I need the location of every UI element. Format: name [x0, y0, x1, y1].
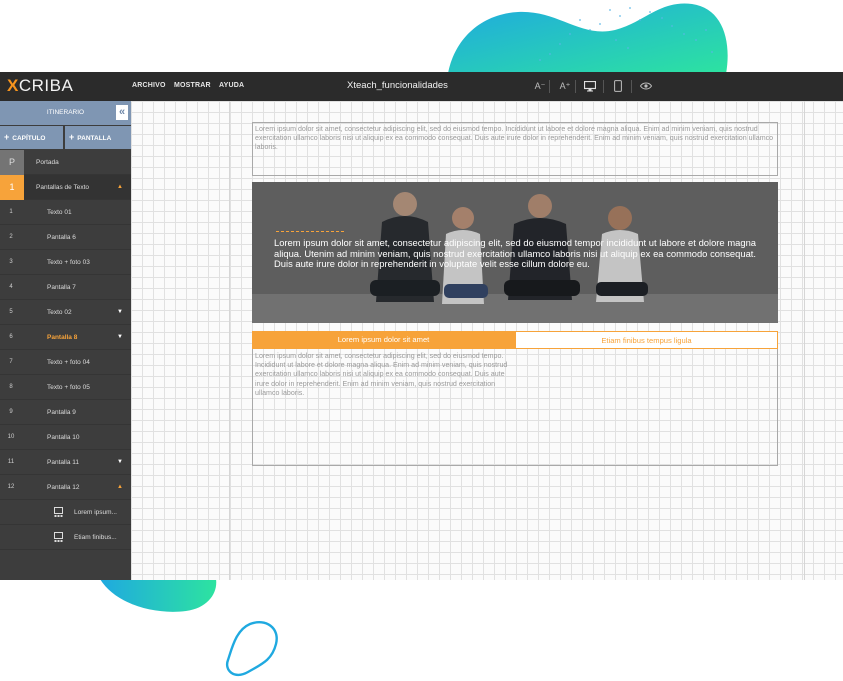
toolbar-divider — [631, 80, 632, 93]
add-capitulo-button[interactable]: + CAPÍTULO — [0, 126, 63, 149]
app-window: XCRIBA ARCHIVO MOSTRAR AYUDA Xteach_func… — [0, 72, 843, 580]
caret-up-icon[interactable]: ▲ — [117, 484, 123, 490]
nav-item-3[interactable]: 3 Texto + foto 03 — [0, 250, 131, 275]
nav-item-label: Pantalla 8 — [47, 334, 78, 341]
itinerary-title: ITINERARIO — [46, 109, 85, 116]
collapse-sidebar-icon[interactable]: « — [116, 105, 128, 120]
nav-item-label: Texto 02 — [47, 309, 72, 316]
nav-item-label: Portada — [36, 159, 59, 166]
tabs-block: Lorem ipsum dolor sit amet Etiam finibus… — [252, 331, 778, 349]
nav-item-number: 11 — [7, 459, 15, 465]
hero-accent-line — [276, 231, 344, 232]
nav-item-4[interactable]: 4 Pantalla 7 — [0, 275, 131, 300]
itinerary-sidebar: ITINERARIO « + CAPÍTULO + PANTALLA P Porta… — [0, 101, 131, 580]
editor-canvas: Lorem ipsum dolor sit amet, consectetur … — [131, 101, 843, 580]
nav-item-6[interactable]: 6 Pantalla 8 ▼ — [0, 325, 131, 350]
nav-item-number: 2 — [9, 234, 13, 240]
tab-panel[interactable]: Lorem ipsum dolor sit amet, consectetur … — [252, 349, 778, 466]
screen-layout-icon — [54, 507, 63, 517]
nav-item-label: Texto + foto 05 — [47, 384, 90, 391]
nav-item-label: Pantalla 11 — [47, 459, 80, 466]
nav-subitem-label: Lorem ipsum... — [74, 509, 117, 516]
document-title: Xteach_funcionalidades — [347, 80, 448, 91]
nav-item-number: 7 — [9, 359, 13, 365]
nav-item-label: Texto 01 — [47, 209, 72, 216]
toolbar-divider — [603, 80, 604, 93]
text-block-content: Lorem ipsum dolor sit amet, consectetur … — [255, 125, 774, 152]
nav-item-number: 10 — [7, 434, 15, 440]
nav-item-2[interactable]: 2 Pantalla 6 — [0, 225, 131, 250]
font-decrease-icon[interactable]: A⁻ — [531, 77, 549, 95]
nav-item-label: Pantalla 10 — [47, 434, 80, 441]
nav-item-7[interactable]: 7 Texto + foto 04 — [0, 350, 131, 375]
nav-item-1[interactable]: 1 Texto 01 — [0, 200, 131, 225]
nav-chapter-1[interactable]: 1 Pantallas de Texto ▲ — [0, 175, 131, 200]
mobile-icon[interactable] — [609, 77, 627, 95]
plus-icon: + — [69, 132, 75, 142]
chapter-badge: 1 — [0, 175, 24, 200]
nav-item-8[interactable]: 8 Texto + foto 05 — [0, 375, 131, 400]
caret-up-icon[interactable]: ▲ — [117, 184, 123, 190]
nav-item-number: 9 — [9, 409, 13, 415]
nav-item-9[interactable]: 9 Pantalla 9 — [0, 400, 131, 425]
nav-item-label: Pantallas de Texto — [36, 184, 89, 191]
nav-item-label: Texto + foto 03 — [47, 259, 90, 266]
nav-item-number: 5 — [9, 309, 13, 315]
tab-panel-text: Lorem ipsum dolor sit amet, consectetur … — [255, 352, 508, 397]
nav-item-12[interactable]: 12 Pantalla 12 ▲ — [0, 475, 131, 500]
decorative-blob-bottom — [100, 579, 217, 612]
tab-lorem-ipsum[interactable]: Lorem ipsum dolor sit amet — [252, 331, 515, 349]
nav-item-number: 4 — [9, 284, 13, 290]
hero-image-block[interactable]: Lorem ipsum dolor sit amet, consectetur … — [252, 182, 778, 323]
itinerary-list: P Portada 1 Pantallas de Texto ▲ 1 Texto … — [0, 150, 131, 550]
preview-eye-icon[interactable] — [637, 77, 655, 95]
nav-item-11[interactable]: 11 Pantalla 11 ▼ — [0, 450, 131, 475]
screenshot-stage: XCRIBA ARCHIVO MOSTRAR AYUDA Xteach_func… — [0, 0, 843, 681]
hero-text: Lorem ipsum dolor sit amet, consectetur … — [274, 237, 756, 270]
nav-item-label: Pantalla 7 — [47, 284, 76, 291]
text-block[interactable]: Lorem ipsum dolor sit amet, consectetur … — [252, 122, 778, 176]
screen-layout-icon — [54, 532, 63, 542]
nav-item-number: 3 — [9, 259, 13, 265]
decorative-outline-blob — [225, 621, 278, 677]
nav-subitem-etiam[interactable]: Etiam finibus... — [0, 525, 131, 550]
caret-down-icon[interactable]: ▼ — [117, 309, 123, 315]
add-pantalla-button[interactable]: + PANTALLA — [65, 126, 131, 149]
toolbar-divider — [549, 80, 550, 93]
nav-item-label: Texto + foto 04 — [47, 359, 90, 366]
nav-item-10[interactable]: 10 Pantalla 10 — [0, 425, 131, 450]
toolbar-divider — [575, 80, 576, 93]
nav-item-number: 8 — [9, 384, 13, 390]
plus-icon: + — [4, 132, 10, 142]
itinerary-header: ITINERARIO « — [0, 101, 131, 125]
nav-item-5[interactable]: 5 Texto 02 ▼ — [0, 300, 131, 325]
nav-item-number: 12 — [7, 484, 15, 490]
nav-subitem-lorem[interactable]: Lorem ipsum... — [0, 500, 131, 525]
add-capitulo-label: CAPÍTULO — [12, 135, 46, 142]
nav-item-label: Pantalla 12 — [47, 484, 80, 491]
top-bar: XCRIBA ARCHIVO MOSTRAR AYUDA Xteach_func… — [0, 72, 843, 101]
nav-item-number: 1 — [9, 209, 13, 215]
nav-item-label: Pantalla 9 — [47, 409, 76, 416]
desktop-icon[interactable] — [581, 77, 599, 95]
add-buttons-row: + CAPÍTULO + PANTALLA — [0, 126, 131, 149]
nav-item-number: 6 — [9, 334, 13, 340]
nav-subitem-label: Etiam finibus... — [74, 534, 117, 541]
tab-etiam-finibus[interactable]: Etiam finibus tempus ligula — [515, 331, 778, 349]
font-increase-icon[interactable]: A⁺ — [556, 77, 574, 95]
caret-down-icon[interactable]: ▼ — [117, 459, 123, 465]
nav-item-label: Pantalla 6 — [47, 234, 76, 241]
decorative-blob-top — [448, 3, 728, 74]
portada-badge: P — [0, 150, 24, 175]
nav-item-portada[interactable]: P Portada — [0, 150, 131, 175]
caret-down-icon[interactable]: ▼ — [117, 334, 123, 340]
add-pantalla-label: PANTALLA — [77, 135, 112, 142]
